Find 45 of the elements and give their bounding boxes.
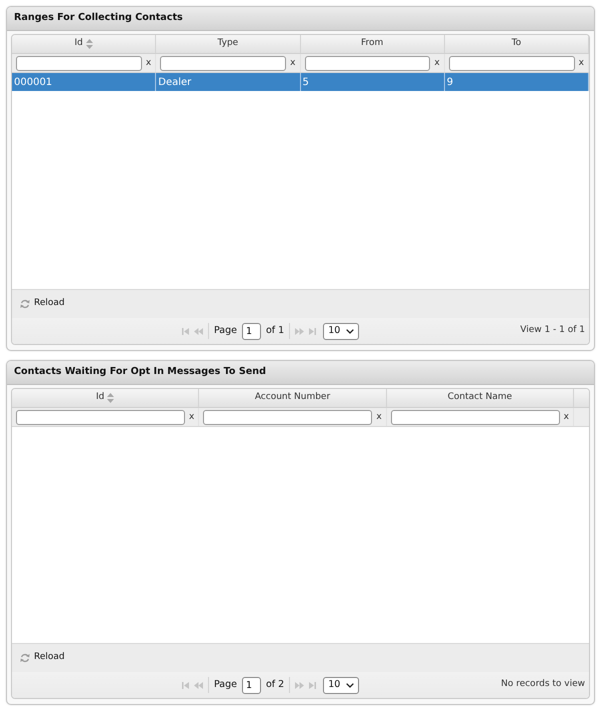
sort-icon — [86, 39, 93, 49]
filter-input[interactable] — [448, 56, 575, 70]
column-header[interactable]: From — [300, 35, 445, 53]
page-label: Page — [214, 678, 237, 692]
filter-input[interactable] — [304, 56, 430, 70]
clear-filter-button[interactable]: x — [189, 412, 194, 422]
chevron-down-icon — [346, 682, 354, 688]
table-cell: 5 — [300, 73, 445, 91]
column-header[interactable]: To — [444, 35, 589, 53]
filter-input[interactable] — [390, 410, 560, 424]
clear-filter-button[interactable]: x — [290, 58, 296, 68]
reload-button[interactable]: Reload — [20, 297, 65, 311]
clear-filter-button[interactable]: x — [434, 58, 440, 68]
page-number-input[interactable]: 1 — [242, 676, 261, 694]
page-size-select[interactable]: 10 — [323, 322, 360, 340]
panel-title: Contacts Waiting For Opt In Messages To Send — [14, 365, 266, 380]
filter-input[interactable] — [160, 56, 286, 70]
page-size-select[interactable]: 10 — [323, 676, 360, 694]
page-total: of 1 — [266, 324, 284, 338]
records-info: View 1 - 1 of 1 — [520, 324, 585, 338]
sort-icon — [107, 393, 114, 403]
filter-input[interactable] — [203, 410, 372, 424]
page-total: of 2 — [266, 678, 284, 692]
filter-input[interactable] — [16, 410, 185, 424]
clear-filter-button[interactable]: x — [564, 412, 569, 422]
reload-button[interactable]: Reload — [20, 651, 65, 665]
column-header[interactable]: Type — [156, 35, 300, 53]
table-cell: 000001 — [12, 73, 156, 91]
records-info: No records to view — [500, 678, 585, 692]
table-row[interactable]: 000001 Dealer 5 9 — [12, 73, 589, 91]
column-header[interactable]: Account Number — [199, 389, 387, 407]
table-cell: Dealer — [156, 73, 300, 91]
clear-filter-button[interactable]: x — [578, 58, 584, 68]
page-label: Page — [214, 324, 237, 338]
clear-filter-button[interactable]: x — [146, 58, 152, 68]
page-number-input[interactable]: 1 — [242, 322, 261, 340]
column-header[interactable]: Id — [12, 35, 156, 53]
table-cell: 9 — [444, 73, 589, 91]
refresh-icon — [20, 299, 30, 309]
refresh-icon — [20, 653, 30, 663]
column-header[interactable]: Id — [12, 389, 200, 407]
panel-title: Ranges For Collecting Contacts — [14, 11, 183, 26]
filter-input[interactable] — [16, 56, 142, 70]
chevron-down-icon — [346, 328, 354, 334]
clear-filter-button[interactable]: x — [376, 412, 382, 422]
